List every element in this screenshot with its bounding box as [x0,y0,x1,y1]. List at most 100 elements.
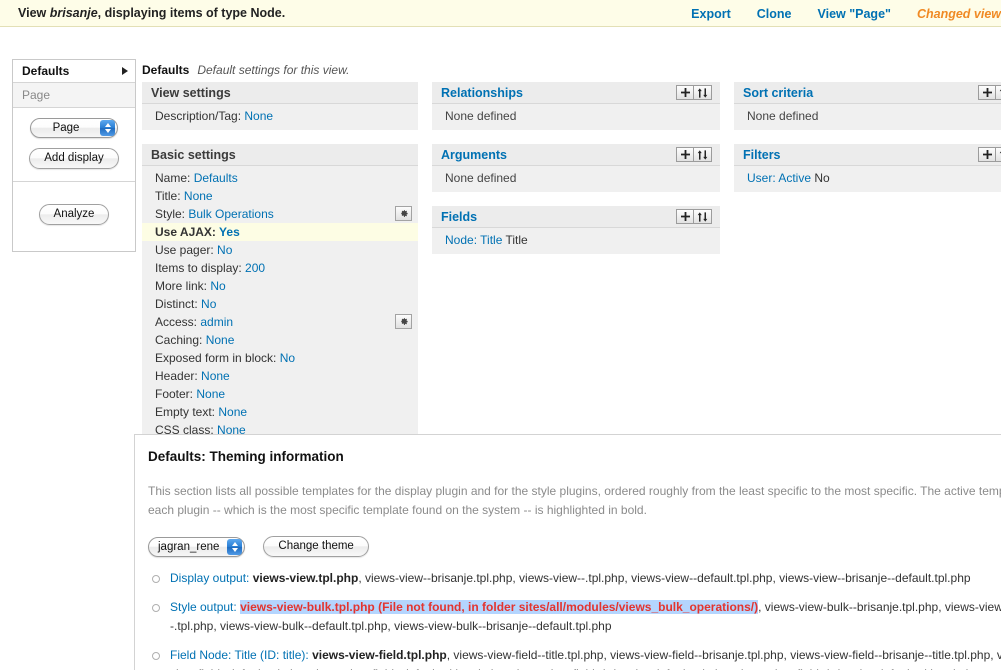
page-title-suffix: , displaying items of type Node. [97,6,286,20]
bucket-view-settings-head: View settings [142,82,418,104]
row-caching-label: Caching: [155,333,203,347]
caret-up-icon [104,123,111,127]
add-sort-criteria-icon[interactable] [978,85,996,100]
rearrange-arguments-icon[interactable] [694,147,712,162]
change-theme-button[interactable]: Change theme [263,536,369,557]
displays-sidebar: Defaults Page Page Add display Analyze [12,59,136,252]
view-page-link[interactable]: View "Page" [817,7,890,21]
row-filter-user-active-link[interactable]: User: Active [747,171,811,185]
bucket-arguments-title[interactable]: Arguments [441,148,507,162]
add-argument-icon[interactable] [676,147,694,162]
theme-select[interactable]: jagran_rene [148,536,246,557]
relationships-empty-text: None defined [445,109,517,123]
bucket-relationships-title[interactable]: Relationships [441,86,523,100]
row-use-ajax-value[interactable]: Yes [219,225,240,239]
bucket-basic-settings-body: Name: Defaults Title: None Style: Bulk O… [142,166,418,463]
page-title-view-name: brisanje [49,6,98,20]
bucket-sort-criteria-body: None defined [734,104,1001,130]
row-empty-text-value[interactable]: None [218,405,247,419]
add-display-button[interactable]: Add display [29,148,119,169]
row-use-ajax-label: Use AJAX: [155,225,216,239]
row-filter-user-active-value: No [814,171,830,185]
row-field-node-title-value: Title [505,233,528,247]
bucket-fields-title[interactable]: Fields [441,210,477,224]
arguments-empty-text: None defined [445,171,517,185]
bucket-sort-criteria-title[interactable]: Sort criteria [743,86,813,100]
analyze-button[interactable]: Analyze [38,204,110,225]
add-display-select[interactable]: Page [30,118,118,138]
template-item-label-2[interactable]: Field Node: Title (ID: title): [170,648,309,662]
row-exposed-form-in-block: Exposed form in block: No [142,349,418,367]
row-exposed-form-in-block-value[interactable]: No [280,351,295,365]
template-item-label-0[interactable]: Display output: [170,571,249,585]
page-title: View brisanje, displaying items of type … [18,6,285,20]
caret-down-icon [104,129,111,133]
settings-header-subtitle: Default settings for this view. [197,63,350,77]
theme-stepper-icon [227,538,243,555]
bucket-arguments-head: Arguments [432,144,720,166]
export-link[interactable]: Export [691,7,731,21]
settings-column-3: Sort criteria None defined Filters User:… [734,82,1001,206]
changed-view-indicator[interactable]: Changed view [917,7,1001,21]
bucket-relationships-head: Relationships [432,82,720,104]
bucket-filters-head: Filters [734,144,1001,166]
settings-header-title: Defaults [142,63,190,77]
row-access-value[interactable]: admin [200,315,233,329]
rearrange-filters-icon[interactable] [996,147,1001,162]
bucket-fields-body: Node: Title Title [432,228,720,254]
row-more-link-label: More link: [155,279,208,293]
theming-heading: Defaults: Theming information [148,449,344,464]
row-description-tag-value[interactable]: None [244,109,273,123]
add-field-icon[interactable] [676,209,694,224]
style-settings-gear-icon[interactable] [395,206,412,221]
add-filter-icon[interactable] [978,147,996,162]
template-item-label-text-0: Display output [170,571,247,585]
bucket-arguments-body: None defined [432,166,720,192]
list-item: Display output: views-view.tpl.php, view… [148,569,1001,598]
row-use-pager-value[interactable]: No [217,243,232,257]
row-name: Name: Defaults [142,169,418,187]
bucket-relationships-body: None defined [432,104,720,130]
rearrange-fields-icon[interactable] [694,209,712,224]
clone-link[interactable]: Clone [757,7,792,21]
row-field-node-title-link[interactable]: Node: Title [445,233,502,247]
row-footer-value[interactable]: None [196,387,225,401]
row-caching: Caching: None [142,331,418,349]
rearrange-sort-criteria-icon[interactable] [996,85,1001,100]
theming-information-panel: Defaults: Theming information This secti… [134,434,1001,670]
row-more-link-value[interactable]: No [210,279,225,293]
display-tab-defaults[interactable]: Defaults [13,60,135,83]
display-tab-defaults-label: Defaults [22,64,70,78]
template-item-label-1[interactable]: Style output: [170,600,237,614]
bucket-fields-head: Fields [432,206,720,228]
bucket-arguments: Arguments None defined [432,144,720,192]
row-items-to-display-value[interactable]: 200 [245,261,265,275]
row-name-label: Name: [155,171,191,185]
access-settings-gear-icon[interactable] [395,314,412,329]
add-relationship-icon[interactable] [676,85,694,100]
row-footer-label: Footer: [155,387,194,401]
row-use-pager-label: Use pager: [155,243,214,257]
rearrange-relationships-icon[interactable] [694,85,712,100]
row-name-value[interactable]: Defaults [194,171,238,185]
row-caching-value[interactable]: None [206,333,235,347]
bucket-view-settings-title: View settings [151,85,231,100]
row-title-value[interactable]: None [184,189,213,203]
theme-caret-down-icon [231,547,238,552]
theme-controls: jagran_rene Change theme [148,536,1001,557]
bucket-filters-actions [978,147,1001,162]
bucket-relationships: Relationships None defined [432,82,720,130]
bucket-sort-criteria: Sort criteria None defined [734,82,1001,130]
row-style-value[interactable]: Bulk Operations [188,207,273,221]
row-description-tag: Description/Tag: None [142,107,418,125]
top-action-bar: View brisanje, displaying items of type … [0,0,1001,27]
row-distinct-value[interactable]: No [201,297,216,311]
row-items-to-display-label: Items to display: [155,261,242,275]
row-items-to-display: Items to display: 200 [142,259,418,277]
bucket-filters-title[interactable]: Filters [743,148,781,162]
row-header-value[interactable]: None [201,369,230,383]
template-item-label-text-1: Style output [170,600,234,614]
display-tab-page[interactable]: Page [13,83,135,108]
bucket-filters: Filters User: Active No [734,144,1001,192]
row-empty-text-label: Empty text: [155,405,216,419]
